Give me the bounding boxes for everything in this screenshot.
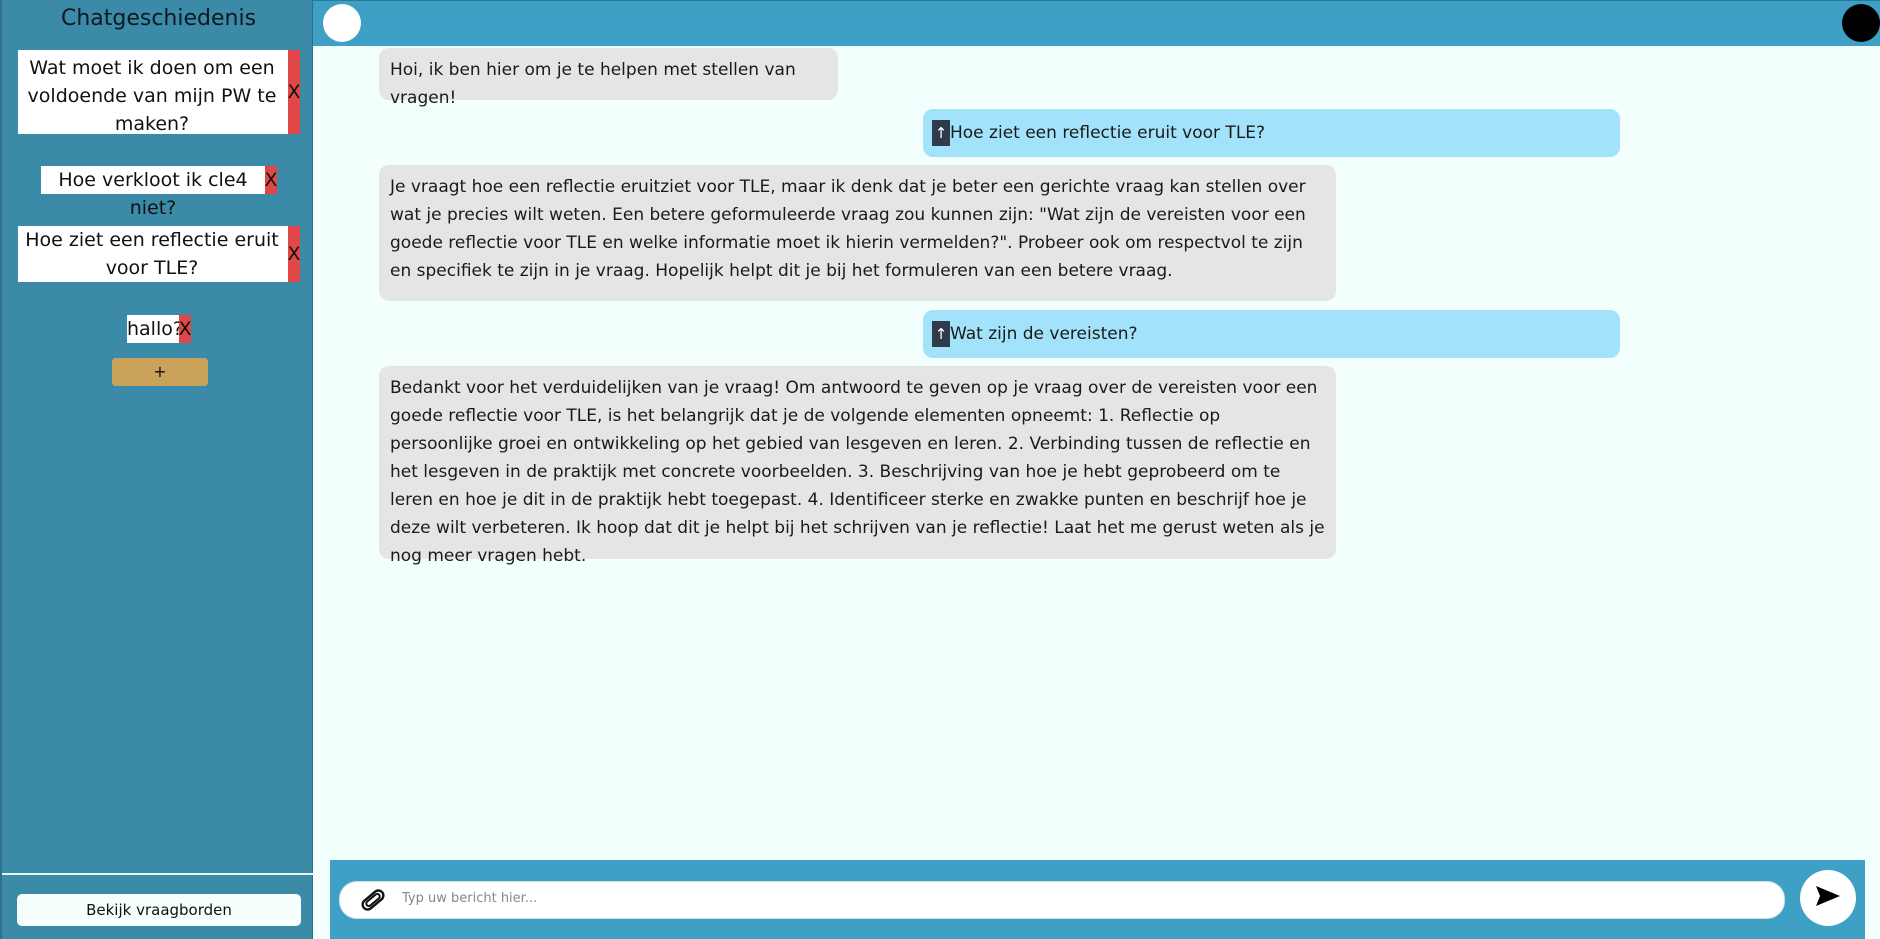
user-avatar[interactable] (1842, 4, 1880, 42)
bot-message-text: Hoi, ik ben hier om je te helpen met ste… (390, 60, 796, 108)
bot-message: Bedankt voor het verduidelijken van je v… (379, 366, 1336, 566)
new-chat-button[interactable]: + (112, 358, 208, 386)
chat-history-item[interactable]: Hoe verkloot ik cle4 niet? X (41, 166, 278, 219)
chat-history-label: Hoe ziet een reflectie eruit voor TLE? (25, 229, 279, 279)
user-message-text: Hoe ziet een reflectie eruit voor TLE? (950, 123, 1266, 143)
send-button[interactable] (1800, 870, 1856, 926)
delete-chat-button[interactable]: X (178, 315, 192, 343)
bot-message-text: Je vraagt hoe een reflectie eruitziet vo… (390, 177, 1306, 281)
bot-message: Hoi, ik ben hier om je te helpen met ste… (379, 48, 838, 108)
user-message: ↑ Hoe ziet een reflectie eruit voor TLE? (923, 109, 1620, 157)
bot-message-text: Bedankt voor het verduidelijken van je v… (390, 378, 1325, 566)
bot-message: Je vraagt hoe een reflectie eruitziet vo… (379, 165, 1336, 301)
composer: Typ uw bericht hier... (330, 860, 1865, 939)
top-bar (313, 0, 1880, 46)
delete-chat-button[interactable]: X (264, 166, 278, 194)
view-question-boards-button[interactable]: Bekijk vraagborden (17, 894, 301, 926)
delete-chat-button[interactable]: X (287, 50, 301, 134)
chat-history-label: Hoe verkloot ik cle4 niet? (58, 169, 248, 219)
sidebar: Chatgeschiedenis Wat moet ik doen om een… (0, 0, 315, 939)
arrow-up-icon: ↑ (932, 120, 950, 146)
chat-history-item[interactable]: Hoe ziet een reflectie eruit voor TLE? X (18, 226, 301, 282)
sidebar-divider (2, 873, 315, 875)
send-icon (1816, 886, 1840, 910)
chat-history-item[interactable]: hallo? X (127, 315, 192, 343)
sidebar-title: Chatgeschiedenis (60, 6, 257, 31)
delete-chat-button[interactable]: X (287, 226, 301, 282)
message-input[interactable]: Typ uw bericht hier... (339, 881, 1785, 919)
bot-avatar[interactable] (323, 4, 361, 42)
paperclip-icon[interactable] (358, 887, 388, 913)
user-message-text: Wat zijn de vereisten? (950, 324, 1138, 344)
chat-history-label: hallo? (127, 318, 183, 340)
chat-history-item[interactable]: Wat moet ik doen om een voldoende van mi… (18, 50, 301, 135)
chat-history-label: Wat moet ik doen om een voldoende van mi… (27, 57, 277, 135)
message-placeholder: Typ uw bericht hier... (402, 891, 538, 906)
user-message: ↑ Wat zijn de vereisten? (923, 310, 1620, 358)
arrow-up-icon: ↑ (932, 321, 950, 347)
